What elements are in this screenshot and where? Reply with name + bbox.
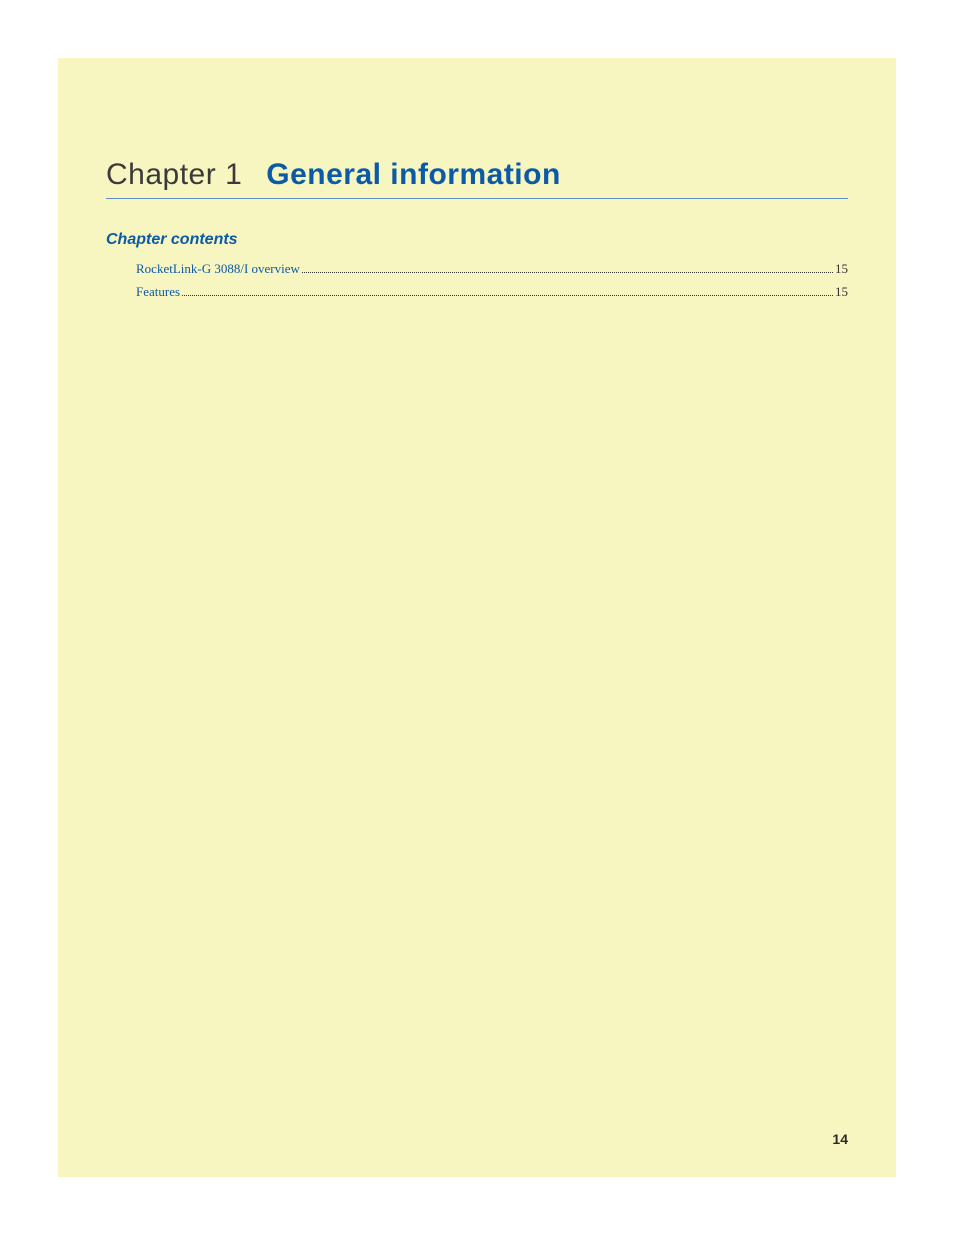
toc-entry: Features 15 — [136, 282, 848, 303]
toc-page-number: 15 — [835, 282, 848, 303]
chapter-label: Chapter 1 — [106, 158, 242, 192]
document-page: Chapter 1 General information Chapter co… — [58, 58, 896, 1177]
toc-entry: RocketLink-G 3088/I overview 15 — [136, 259, 848, 280]
toc-link-features[interactable]: Features — [136, 282, 180, 303]
toc-leader-dots — [182, 295, 833, 296]
toc-page-number: 15 — [835, 259, 848, 280]
table-of-contents: RocketLink-G 3088/I overview 15 Features… — [106, 259, 848, 303]
toc-leader-dots — [302, 272, 833, 273]
page-number: 14 — [832, 1131, 848, 1147]
chapter-heading: Chapter 1 General information — [106, 158, 848, 199]
toc-link-overview[interactable]: RocketLink-G 3088/I overview — [136, 259, 300, 280]
chapter-title: General information — [266, 158, 561, 192]
contents-heading: Chapter contents — [106, 231, 848, 249]
content-area: Chapter 1 General information Chapter co… — [106, 158, 848, 305]
